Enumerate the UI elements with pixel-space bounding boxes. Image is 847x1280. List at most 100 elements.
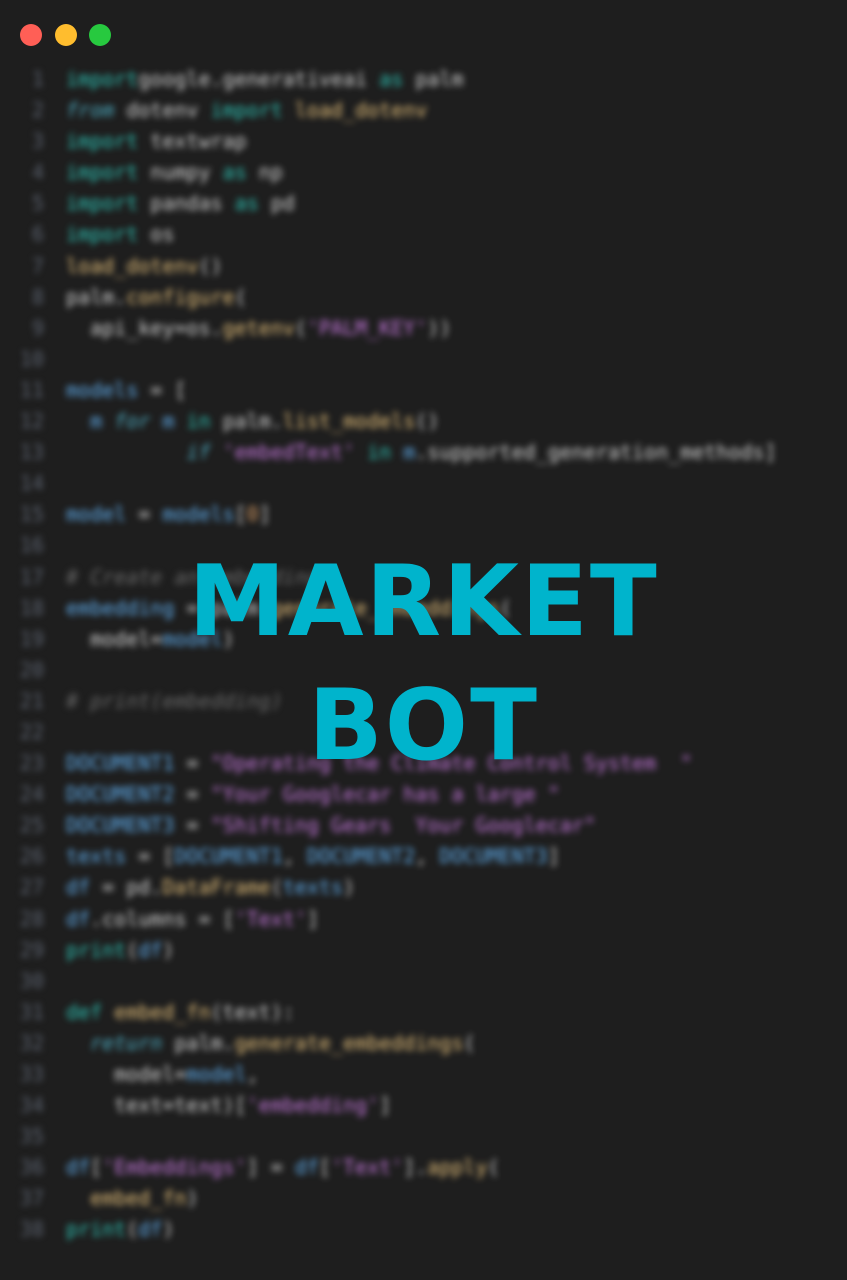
code-token: .supported_generation_methods]: [415, 440, 777, 465]
code-token: ): [186, 1186, 199, 1211]
code-line: 27 df = pd.DataFrame(texts): [0, 872, 847, 903]
line-number: 26: [19, 844, 44, 869]
code-token: os: [138, 222, 175, 247]
line-number: 36: [19, 1155, 44, 1180]
code-token: m: [90, 409, 103, 434]
code-token: ): [162, 937, 175, 962]
code-text: text=text)['embedding']: [66, 1090, 391, 1121]
line-number: 38: [19, 1217, 44, 1242]
code-token: ,: [415, 844, 440, 869]
code-token: embed_fn: [114, 999, 211, 1024]
code-token: 'Text': [330, 1155, 404, 1180]
code-token: dotenv: [114, 98, 211, 123]
code-text: print(df): [66, 1214, 174, 1245]
code-text: api_key=os.getenv('PALM_KEY')): [66, 313, 451, 344]
code-text: import pandas as pd: [66, 188, 295, 219]
code-line: 37 embed_fn): [0, 1183, 847, 1214]
code-token: import: [66, 67, 139, 91]
code-token: import: [66, 129, 139, 154]
title-line-2: BOT: [308, 669, 539, 783]
code-text: def embed_fn(text):: [66, 997, 295, 1028]
code-token: if: [186, 440, 211, 465]
code-token: (): [198, 253, 223, 278]
code-token: ]: [306, 906, 319, 931]
code-token: model: [66, 502, 127, 527]
line-number: 15: [19, 502, 44, 527]
close-window-button[interactable]: [20, 24, 42, 46]
code-line: 9 api_key=os.getenv('PALM_KEY')): [0, 313, 847, 344]
code-token: import: [66, 160, 139, 185]
line-number: 25: [19, 813, 44, 838]
line-number: 4: [31, 160, 44, 185]
code-text: import numpy as np: [66, 157, 283, 188]
code-token: m: [162, 409, 175, 434]
code-token: palm.: [210, 409, 283, 434]
code-token: print: [66, 1217, 127, 1242]
code-token: (text):: [210, 999, 295, 1024]
line-number: 2: [31, 98, 44, 123]
code-token: = [: [138, 377, 187, 402]
code-token: models: [162, 502, 235, 527]
minimize-window-button[interactable]: [55, 24, 77, 46]
code-token: in: [367, 440, 392, 465]
code-token: text=text)[: [66, 1093, 247, 1118]
code-line: 35: [0, 1121, 847, 1152]
code-text: load_dotenv(): [66, 251, 223, 282]
editor-window: 1 importgoogle.generativeai as palm 2 from …: [0, 0, 847, 1280]
code-line: 8 palm.configure(: [0, 282, 847, 313]
line-number: 8: [31, 284, 44, 309]
code-line: 34 text=text)['embedding']: [0, 1090, 847, 1121]
code-line: 2 from dotenv import load_dotenv: [0, 95, 847, 126]
code-text: importgoogle.generativeai as palm: [66, 64, 463, 95]
code-line: 10: [0, 344, 847, 375]
code-token: (): [415, 409, 440, 434]
code-text: from dotenv import load_dotenv: [66, 95, 427, 126]
zoom-window-button[interactable]: [89, 24, 111, 46]
code-token: ]: [379, 1093, 392, 1118]
code-text: df['Embeddings'] = df['Text'].apply(: [66, 1152, 500, 1183]
code-text: df = pd.DataFrame(texts): [66, 872, 355, 903]
code-token: model: [186, 1062, 247, 1086]
code-token: palm: [403, 67, 464, 91]
code-token: numpy: [138, 160, 223, 185]
code-token: [: [234, 502, 247, 527]
code-line: 14: [0, 468, 847, 499]
code-line: 12 m for m in palm.list_models(): [0, 406, 847, 437]
code-token: palm.: [66, 284, 127, 309]
code-token: texts: [66, 844, 127, 869]
code-line: 38 print(df): [0, 1214, 847, 1245]
code-token: models: [66, 377, 139, 402]
line-number: 32: [19, 1030, 44, 1055]
code-token: api_key=os.: [66, 315, 223, 340]
code-token: )): [427, 315, 452, 340]
code-line: 6 import os: [0, 219, 847, 250]
line-number: 3: [31, 129, 44, 154]
code-token: [: [90, 1155, 103, 1180]
code-token: as: [234, 191, 259, 216]
code-token: pandas: [138, 191, 235, 216]
title-overlay: MARKET BOT: [0, 540, 847, 788]
code-text: model = models[0]: [66, 499, 271, 530]
code-token: from: [66, 98, 115, 123]
code-line: 36 df['Embeddings'] = df['Text'].apply(: [0, 1152, 847, 1183]
code-line: 7 load_dotenv(): [0, 251, 847, 282]
code-token: import: [210, 98, 283, 123]
code-text: palm.configure(: [66, 282, 247, 313]
code-token: 'PALM_KEY': [306, 315, 428, 340]
line-number: 34: [19, 1093, 44, 1118]
line-number: 6: [31, 222, 44, 247]
code-text: m for m in palm.list_models(): [66, 406, 439, 437]
code-token: load_dotenv: [294, 98, 428, 123]
window-titlebar: [0, 0, 847, 62]
code-text: model=model,: [66, 1059, 259, 1090]
line-number: 14: [19, 471, 44, 496]
code-text: return palm.generate_embeddings(: [66, 1028, 475, 1059]
code-line: 29 print(df): [0, 935, 847, 966]
line-number: 33: [19, 1062, 44, 1086]
code-token: getenv: [222, 315, 295, 340]
